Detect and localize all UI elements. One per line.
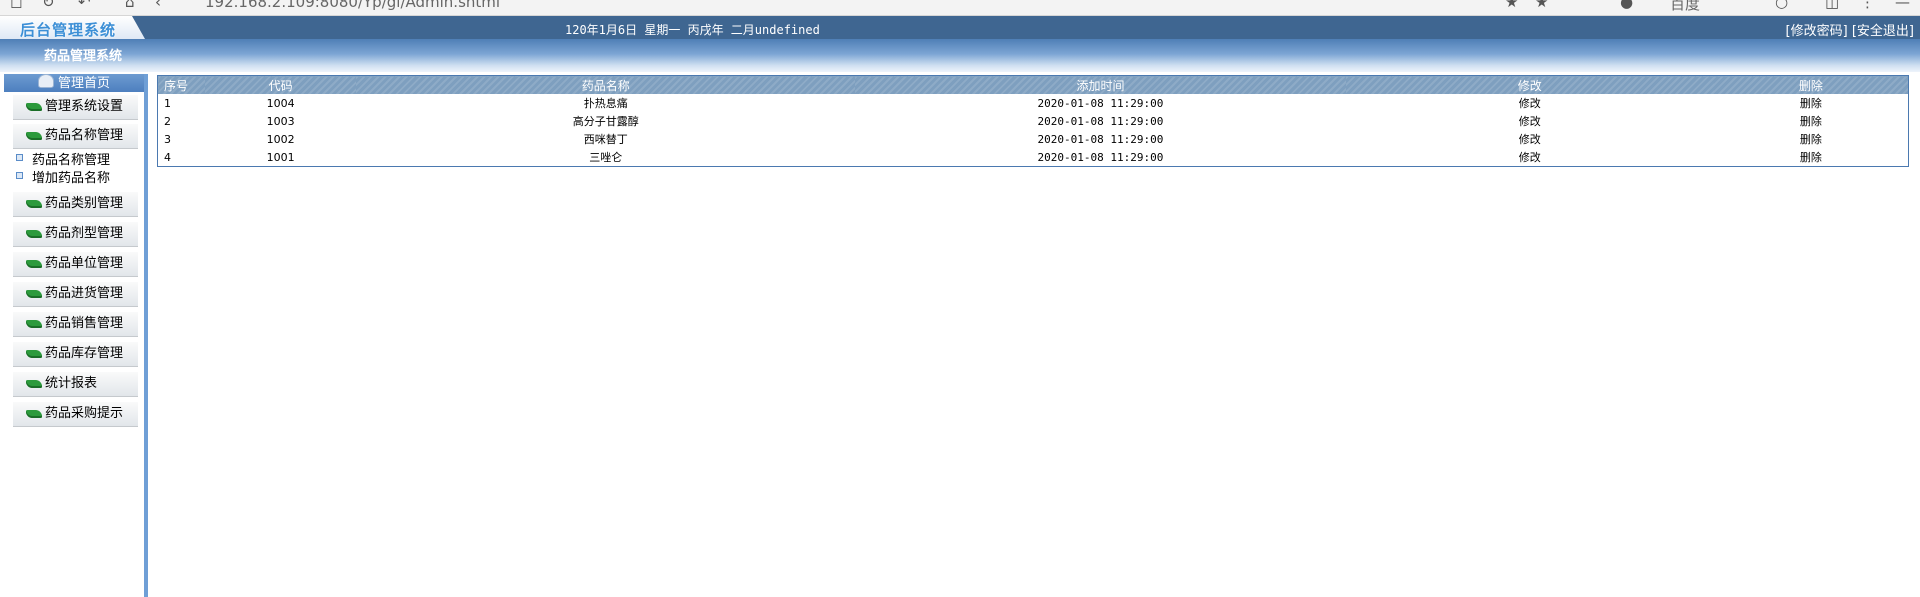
cell-code: 1003	[266, 114, 295, 128]
sidebar-item-dosage-forms[interactable]: 药品剂型管理	[13, 222, 138, 247]
sidebar-subitem-manage-names[interactable]: 药品名称管理	[16, 152, 110, 170]
delete-link[interactable]: 删除	[1800, 133, 1822, 146]
menu-arrow-icon	[26, 320, 42, 328]
sidebar-item-reports[interactable]: 统计报表	[13, 372, 138, 397]
table-header-row: 序号 代码 药品名称 添加时间 修改 删除	[157, 75, 1909, 94]
edit-link[interactable]: 修改	[1519, 133, 1541, 146]
sidebar-item-label: 药品剂型管理	[45, 226, 124, 241]
delete-link[interactable]: 删除	[1800, 151, 1822, 164]
sidebar-item-label: 管理系统设置	[45, 99, 124, 114]
address-bar[interactable]: 192.168.2.109:8080/Yp/gl/Admin.shtml	[205, 0, 500, 11]
sidebar-item-label: 药品采购提示	[45, 406, 124, 421]
sub-header: 药品管理系统	[0, 39, 1920, 72]
search-engine[interactable]: 百度	[1670, 0, 1700, 14]
cell-time: 2020-01-08 11:29:00	[1037, 150, 1164, 164]
menu-arrow-icon	[26, 103, 42, 111]
cell-code: 1002	[266, 132, 295, 146]
sidebar-item-label: 药品库存管理	[45, 346, 124, 361]
system-name: 药品管理系统	[44, 49, 123, 64]
change-password-link[interactable]: [修改密码]	[1786, 24, 1848, 39]
sidebar-home-label: 管理首页	[57, 76, 110, 91]
menu-arrow-icon	[26, 260, 42, 268]
cell-name: 高分子甘露醇	[572, 115, 639, 128]
sidebar-item-categories[interactable]: 药品类别管理	[13, 192, 138, 217]
cell-time: 2020-01-08 11:29:00	[1037, 96, 1164, 110]
table-row: 1 1004 扑热息痛 2020-01-08 11:29:00 修改 删除	[158, 94, 1909, 112]
prev-icon[interactable]: ‹	[155, 0, 161, 10]
menu-arrow-icon	[26, 230, 42, 238]
col-header-no: 序号	[157, 75, 206, 94]
cell-code: 1001	[266, 150, 295, 164]
menu-arrow-icon	[26, 380, 42, 388]
cell-no: 1	[164, 96, 171, 110]
sidebar-item-system-settings[interactable]: 管理系统设置	[13, 95, 138, 120]
minimize-icon[interactable]: —	[1895, 0, 1910, 10]
sidebar: 管理首页 管理系统设置 药品名称管理 药品名称管理 增加药品名称 药品类别管理 …	[4, 74, 148, 597]
back-icon[interactable]: ◻	[10, 0, 22, 10]
delete-link[interactable]: 删除	[1800, 115, 1822, 128]
cell-time: 2020-01-08 11:29:00	[1037, 114, 1164, 128]
profile-icon[interactable]: ●	[1620, 0, 1633, 10]
star-icon[interactable]: ★	[1535, 0, 1548, 10]
bullet-icon	[16, 172, 23, 179]
cell-name: 三唑仑	[589, 151, 623, 164]
menu-arrow-icon	[26, 350, 42, 358]
menu-arrow-icon	[26, 290, 42, 298]
logout-link[interactable]: [安全退出]	[1852, 24, 1914, 39]
sidebar-subitem-label: 药品名称管理	[32, 153, 111, 168]
delete-link[interactable]: 删除	[1800, 97, 1822, 110]
table-row: 4 1001 三唑仑 2020-01-08 11:29:00 修改 删除	[158, 148, 1909, 167]
sidebar-item-label: 药品类别管理	[45, 196, 124, 211]
sidebar-item-label: 统计报表	[45, 376, 98, 391]
menu-arrow-icon	[26, 200, 42, 208]
cell-name: 西咪替丁	[583, 133, 628, 146]
table-row: 2 1003 高分子甘露醇 2020-01-08 11:29:00 修改 删除	[158, 112, 1909, 130]
sidebar-item-label: 药品销售管理	[45, 316, 124, 331]
sidebar-item-inventory[interactable]: 药品库存管理	[13, 342, 138, 367]
cell-name: 扑热息痛	[583, 97, 628, 110]
sidebar-subitem-label: 增加药品名称	[32, 171, 111, 186]
home-icon	[37, 74, 54, 88]
sidebar-item-purchase-alerts[interactable]: 药品采购提示	[13, 402, 138, 427]
col-header-code: 代码	[205, 75, 357, 94]
col-header-edit: 修改	[1345, 75, 1714, 94]
cell-code: 1004	[266, 96, 295, 110]
cell-no: 4	[164, 150, 171, 164]
menu-arrow-icon	[26, 132, 42, 140]
bookmark-icon[interactable]: ★	[1505, 0, 1518, 10]
menu-arrow-icon	[26, 410, 42, 418]
sidebar-item-label: 药品名称管理	[45, 128, 124, 143]
col-header-time: 添加时间	[855, 75, 1346, 94]
edit-link[interactable]: 修改	[1519, 115, 1541, 128]
edit-link[interactable]: 修改	[1519, 151, 1541, 164]
cell-no: 2	[164, 114, 171, 128]
drug-name-table: 序号 代码 药品名称 添加时间 修改 删除 1 1004 扑热息痛 2020-0…	[157, 75, 1909, 167]
date-display: 120年1月6日 星期一 丙戌年 二月undefined	[565, 23, 820, 37]
table-row: 3 1002 西咪替丁 2020-01-08 11:29:00 修改 删除	[158, 130, 1909, 148]
sidebar-subitem-add-name[interactable]: 增加药品名称	[16, 170, 110, 188]
sidebar-home[interactable]: 管理首页	[4, 74, 144, 92]
sidebar-item-label: 药品进货管理	[45, 286, 124, 301]
col-header-name: 药品名称	[356, 75, 856, 94]
sidebar-item-drug-names[interactable]: 药品名称管理	[13, 124, 138, 149]
top-links: [修改密码] [安全退出]	[1786, 20, 1914, 39]
bullet-icon	[16, 154, 23, 161]
top-bar: 后台管理系统 120年1月6日 星期一 丙戌年 二月undefined [修改密…	[0, 16, 1920, 39]
sidebar-item-sales[interactable]: 药品销售管理	[13, 312, 138, 337]
sidebar-item-label: 药品单位管理	[45, 256, 124, 271]
logo: 后台管理系统	[20, 21, 117, 39]
browser-toolbar: ◻ ↻ ↶ ⌂ ‹ 192.168.2.109:8080/Yp/gl/Admin…	[0, 0, 1920, 16]
cell-no: 3	[164, 132, 171, 146]
cell-time: 2020-01-08 11:29:00	[1037, 132, 1164, 146]
sidebar-item-units[interactable]: 药品单位管理	[13, 252, 138, 277]
refresh-icon[interactable]: ↻	[42, 0, 55, 10]
cart-icon[interactable]: ◫	[1825, 0, 1839, 10]
col-header-delete: 删除	[1713, 75, 1909, 94]
sidebar-item-purchasing[interactable]: 药品进货管理	[13, 282, 138, 307]
undo-icon[interactable]: ↶	[78, 0, 91, 10]
search-icon[interactable]: ○	[1775, 0, 1788, 10]
menu-dots-icon[interactable]: ⋮	[1860, 0, 1875, 10]
edit-link[interactable]: 修改	[1519, 97, 1541, 110]
home-browser-icon[interactable]: ⌂	[125, 0, 135, 10]
